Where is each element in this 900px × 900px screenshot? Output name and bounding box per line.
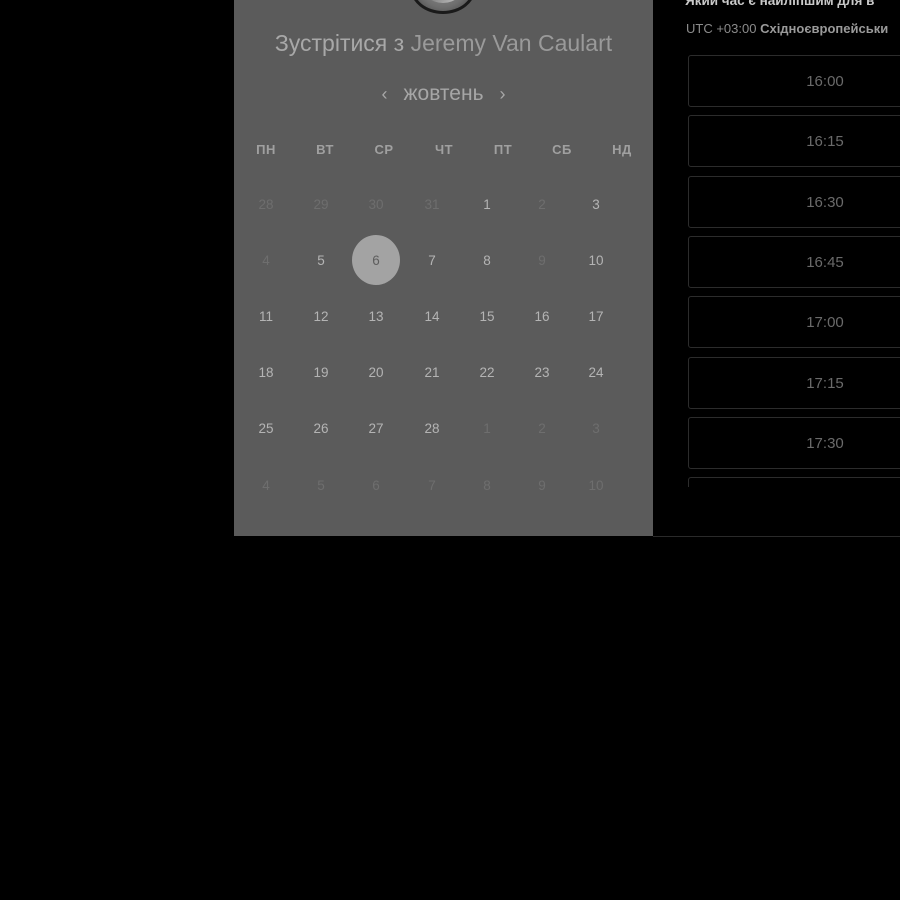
calendar-day: 10 [588,477,604,493]
time-slot-button[interactable]: 17:00 [688,296,900,349]
calendar-day[interactable]: 14 [410,294,454,338]
weekday-label: ЧТ [434,142,454,157]
calendar-day[interactable]: 16 [520,294,564,338]
chevron-right-icon[interactable]: › [498,84,508,104]
calendar-day: 29 [313,196,329,212]
calendar-day[interactable]: 3 [574,182,618,226]
weekday-label: ВТ [316,142,334,157]
time-slot-label: 17:30 [806,434,844,452]
calendar-day[interactable]: 23 [520,350,564,394]
calendar-day[interactable]: 26 [299,406,343,450]
calendar-day: 9 [538,252,546,268]
tz-name: Східноєвропейськи [760,21,889,36]
calendar-day: 3 [592,420,600,436]
calendar-day[interactable]: 27 [354,406,398,450]
time-slot-label: 17:00 [806,314,844,332]
meeting-title: Зустрітися з Jeremy Van Caulart [234,30,653,57]
calendar-day[interactable]: 10 [574,238,618,282]
time-slot-button[interactable]: 16:30 [688,175,900,228]
calendar-day[interactable]: 19 [299,350,343,394]
time-slot-label: 16:45 [806,253,844,271]
calendar-day[interactable]: 13 [354,294,398,338]
weekday-label: ПТ [493,142,513,157]
time-question: Який час є найліпшим для в [685,0,875,8]
calendar-day[interactable]: 1 [465,182,509,226]
calendar-day: 5 [317,477,325,493]
time-slot-label: 17:15 [806,374,844,392]
calendar-day: 8 [483,477,491,493]
calendar-day: 1 [483,420,491,436]
month-label: жовтень [403,82,484,105]
calendar-day[interactable]: 20 [354,350,398,394]
calendar-day: 6 [372,477,380,493]
meet-prefix: Зустрітися з [274,30,405,56]
calendar-day[interactable]: 18 [244,350,288,394]
calendar-day: 28 [258,196,274,212]
timezone-label[interactable]: UTC +03:00 Східноєвропейськи [686,21,888,36]
calendar-day[interactable]: 12 [299,294,343,338]
calendar-day[interactable]: 5 [299,238,343,282]
calendar-day[interactable]: 22 [465,350,509,394]
time-slot-button[interactable]: 17:30 [688,416,900,469]
calendar-day[interactable]: 25 [244,406,288,450]
calendar-day: 4 [262,252,270,268]
calendar-day[interactable]: 17 [574,294,618,338]
time-slot-label: 16:00 [806,73,844,90]
host-name: Jeremy Van Caulart [410,30,613,56]
calendar-day-selected[interactable]: 6 [352,235,400,285]
avatar-image [421,0,465,3]
time-slot-button[interactable]: 17:15 [688,356,900,409]
calendar-day: 7 [428,477,436,493]
month-navigation: ‹ жовтень › [234,80,653,108]
time-slot-label: 16:30 [806,193,844,211]
calendar-day: 9 [538,477,546,493]
time-slot-button[interactable]: 16:45 [688,235,900,288]
calendar-day[interactable]: 7 [410,238,454,282]
tz-offset: UTC +03:00 [686,21,757,36]
calendar-day: 30 [368,196,384,212]
weekday-label: НД [612,142,632,157]
calendar-day[interactable]: 8 [465,238,509,282]
calendar-day[interactable]: 15 [465,294,509,338]
time-slot-button[interactable]: 16:00 [688,55,900,107]
weekday-label: СБ [552,142,572,157]
weekday-label: ПН [256,142,276,157]
calendar-day: 4 [262,477,270,493]
calendar-day: 31 [424,196,440,212]
calendar-day: 2 [538,420,546,436]
time-slot-button[interactable]: 16:15 [688,115,900,168]
weekday-label: СР [374,142,394,157]
chevron-left-icon[interactable]: ‹ [379,84,389,104]
time-slot-button[interactable] [688,477,900,487]
calendar-day[interactable]: 24 [574,350,618,394]
calendar-day[interactable]: 28 [410,406,454,450]
calendar-day[interactable]: 11 [244,294,288,338]
time-slot-list: 16:00 16:15 16:30 16:45 17:00 17:15 17:30 [688,55,900,487]
time-slot-label: 16:15 [806,133,844,151]
calendar-day: 2 [538,196,546,212]
booking-page: Зустрітися з Jeremy Van Caulart ‹ жовтен… [0,0,900,900]
calendar-day[interactable]: 21 [410,350,454,394]
